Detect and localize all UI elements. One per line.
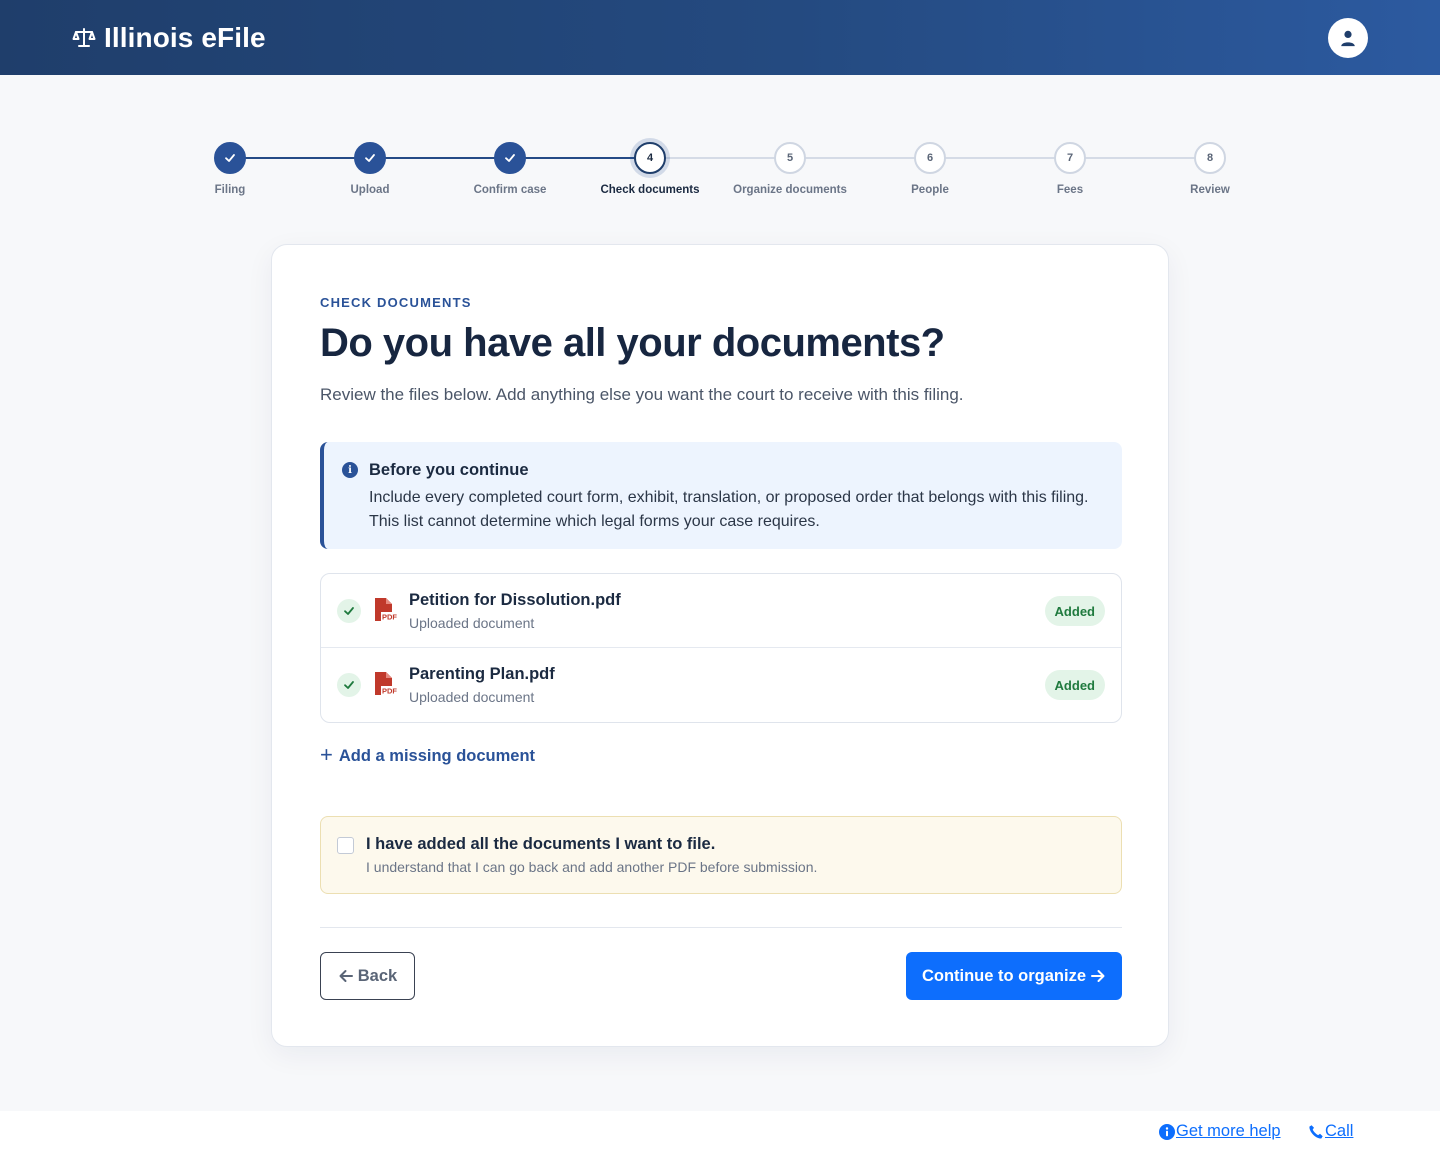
phone-icon	[1309, 1124, 1323, 1139]
status-badge: Added	[1044, 596, 1105, 626]
add-link-label: Add a missing document	[338, 747, 536, 765]
check-icon	[214, 142, 246, 174]
plus-icon: +	[320, 742, 333, 767]
arrow-left-icon	[339, 970, 353, 982]
divider	[320, 927, 1122, 928]
svg-text:PDF: PDF	[382, 613, 397, 622]
step-label: People	[911, 184, 949, 196]
step-label: Confirm case	[473, 184, 547, 196]
step-label: Filing	[214, 184, 246, 196]
status-badge: Added	[1044, 670, 1105, 700]
step-number: 7	[1054, 142, 1086, 174]
confirm-subtitle: I understand that I can go back and add …	[366, 859, 818, 875]
step-label: Upload	[350, 184, 390, 196]
step-check-documents: 4 Check documents	[570, 142, 730, 196]
arrow-right-icon	[1091, 970, 1105, 982]
document-row[interactable]: PDF Parenting Plan.pdf Uploaded document…	[321, 648, 1121, 722]
step-number: 4	[634, 142, 666, 174]
step-label: Check documents	[600, 184, 700, 196]
step-number: 8	[1194, 142, 1226, 174]
step-upload[interactable]: Upload	[290, 142, 450, 196]
step-organize-documents: 5 Organize documents	[710, 142, 870, 196]
step-review: 8 Review	[1130, 142, 1290, 196]
section-eyebrow: CHECK DOCUMENTS	[320, 295, 472, 310]
step-number: 5	[774, 142, 806, 174]
pdf-file-icon: PDF	[375, 672, 397, 696]
svg-text:PDF: PDF	[382, 687, 397, 696]
step-fees: 7 Fees	[990, 142, 1150, 196]
footer: Get more help Call	[0, 1111, 1440, 1152]
back-label: Back	[357, 966, 398, 985]
check-icon	[494, 142, 526, 174]
document-name: Petition for Dissolution.pdf	[409, 591, 621, 609]
step-people: 6 People	[850, 142, 1010, 196]
step-label: Organize documents	[733, 184, 847, 196]
check-icon	[337, 599, 361, 623]
check-icon	[337, 673, 361, 697]
info-notice: i Before you continue Include every comp…	[320, 442, 1122, 549]
document-list: PDF Petition for Dissolution.pdf Uploade…	[320, 573, 1122, 723]
get-more-help-link[interactable]: Get more help	[1159, 1122, 1281, 1141]
continue-label: Continue to organize	[921, 966, 1087, 985]
document-row[interactable]: PDF Petition for Dissolution.pdf Uploade…	[321, 574, 1121, 648]
confirm-title[interactable]: I have added all the documents I want to…	[366, 835, 715, 854]
document-type: Uploaded document	[409, 615, 535, 631]
help-label: Get more help	[1176, 1122, 1281, 1140]
step-confirm-case[interactable]: Confirm case	[430, 142, 590, 196]
notice-body: Include every completed court form, exhi…	[369, 489, 1089, 530]
page-subtitle: Review the files below. Add anything els…	[320, 385, 964, 404]
call-label: Call	[1325, 1122, 1354, 1140]
continue-button[interactable]: Continue to organize	[906, 952, 1122, 1000]
add-missing-document-link[interactable]: + Add a missing document	[320, 742, 536, 767]
confirm-all-documents: I have added all the documents I want to…	[320, 816, 1122, 894]
check-documents-card: CHECK DOCUMENTS Do you have all your doc…	[271, 244, 1169, 1047]
info-icon	[1159, 1123, 1175, 1140]
step-label: Review	[1190, 184, 1230, 196]
confirm-checkbox[interactable]	[337, 837, 354, 854]
info-icon: i	[342, 462, 358, 478]
step-label: Fees	[1056, 184, 1084, 196]
page-title: Do you have all your documents?	[320, 321, 945, 365]
progress-stepper: Filing Upload Confirm case 4 Check docum…	[0, 0, 1440, 210]
document-type: Uploaded document	[409, 689, 535, 705]
step-filing[interactable]: Filing	[150, 142, 310, 196]
document-name: Parenting Plan.pdf	[409, 665, 555, 683]
notice-title: Before you continue	[369, 461, 529, 479]
call-link[interactable]: Call	[1308, 1122, 1353, 1141]
step-number: 6	[914, 142, 946, 174]
pdf-file-icon: PDF	[375, 598, 397, 622]
check-icon	[354, 142, 386, 174]
back-button[interactable]: Back	[320, 952, 415, 1000]
